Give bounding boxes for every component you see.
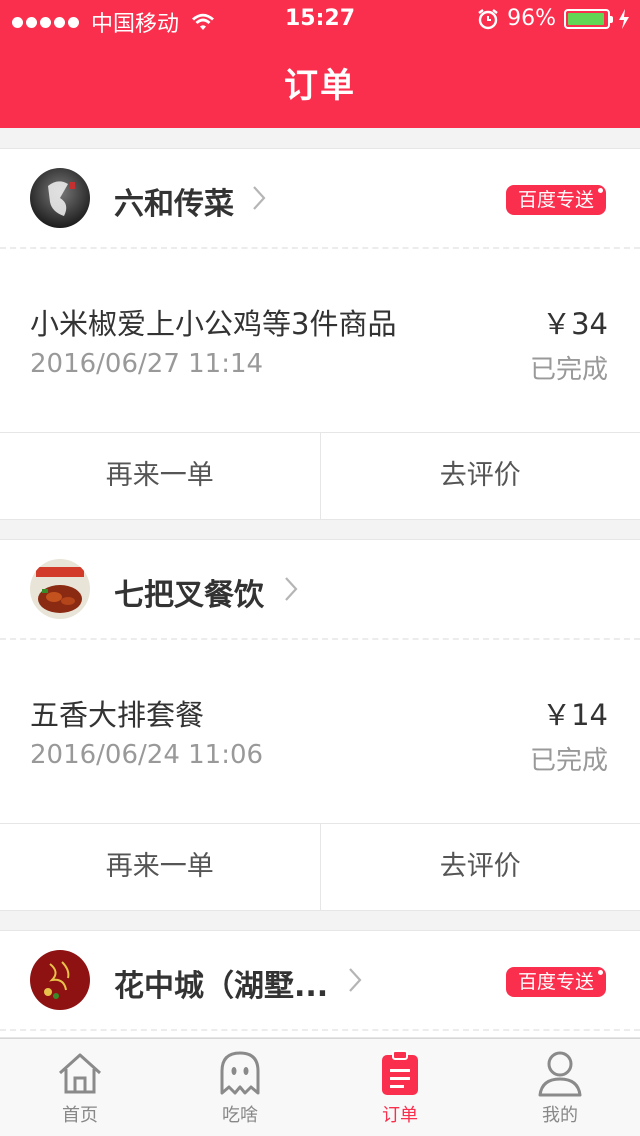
tab-orders[interactable]: 订单 [320,1039,480,1136]
chevron-right-icon [349,968,362,992]
order-detail[interactable]: 小米椒爱上小公鸡等3件商品 2016/06/27 11:14 ￥34 已完成 [0,249,640,433]
shop-name: 六和传菜 [114,187,234,222]
order-time: 2016/06/24 11:06 [30,740,264,770]
review-button[interactable]: 去评价 [319,824,640,910]
battery-icon [564,8,613,29]
order-card: 花中城（湖墅... 百度专送 [0,930,640,1038]
review-button[interactable]: 去评价 [319,433,640,519]
order-shop-row[interactable]: 花中城（湖墅... 百度专送 [0,931,640,1031]
shop-name: 七把叉餐饮 [114,578,264,613]
tab-profile[interactable]: 我的 [480,1039,640,1136]
order-items: 五香大排套餐 [30,698,205,732]
tab-label: 吃啥 [222,1105,258,1126]
order-price: ￥34 [542,307,608,341]
ghost-icon [220,1051,260,1095]
battery-percent: 96% [507,6,556,31]
order-detail[interactable]: 五香大排套餐 2016/06/24 11:06 ￥14 已完成 [0,640,640,824]
delivery-badge: 百度专送 [505,967,606,997]
status-bar: 中国移动 15:27 96% [0,0,640,40]
order-shop-row[interactable]: 七把叉餐饮 [0,540,640,640]
order-status: 已完成 [529,355,608,385]
reorder-button[interactable]: 再来一单 [0,824,320,910]
order-card: 六和传菜 百度专送 小米椒爱上小公鸡等3件商品 2016/06/27 11:14… [0,148,640,520]
header-bar: 中国移动 15:27 96% 订单 [0,0,640,128]
shop-avatar [30,950,90,1010]
order-time: 2016/06/27 11:14 [30,349,264,379]
chevron-right-icon [253,186,266,210]
delivery-badge: 百度专送 [505,185,606,215]
order-price: ￥14 [542,698,608,732]
tab-bar: 首页 吃啥 订单 我的 [0,1038,640,1136]
order-items: 小米椒爱上小公鸡等3件商品 [30,307,397,341]
order-actions: 再来一单 去评价 [0,433,640,519]
tab-label: 首页 [62,1105,98,1126]
tab-home[interactable]: 首页 [0,1039,160,1136]
tab-label: 我的 [542,1105,578,1126]
home-icon [58,1053,102,1094]
clipboard-icon [382,1050,418,1095]
charging-icon [619,8,629,29]
shop-avatar [30,168,90,228]
tab-label: 订单 [382,1105,418,1126]
shop-avatar [30,559,90,619]
order-shop-row[interactable]: 六和传菜 百度专送 [0,149,640,249]
alarm-icon [478,8,498,29]
tab-discover[interactable]: 吃啥 [160,1039,320,1136]
page-title: 订单 [284,66,356,106]
chevron-right-icon [285,577,298,601]
shop-name: 花中城（湖墅... [114,969,329,1004]
reorder-button[interactable]: 再来一单 [0,433,320,519]
user-icon [538,1051,582,1097]
order-card: 七把叉餐饮 五香大排套餐 2016/06/24 11:06 ￥14 已完成 再来… [0,539,640,911]
order-actions: 再来一单 去评价 [0,824,640,910]
order-status: 已完成 [529,746,608,776]
